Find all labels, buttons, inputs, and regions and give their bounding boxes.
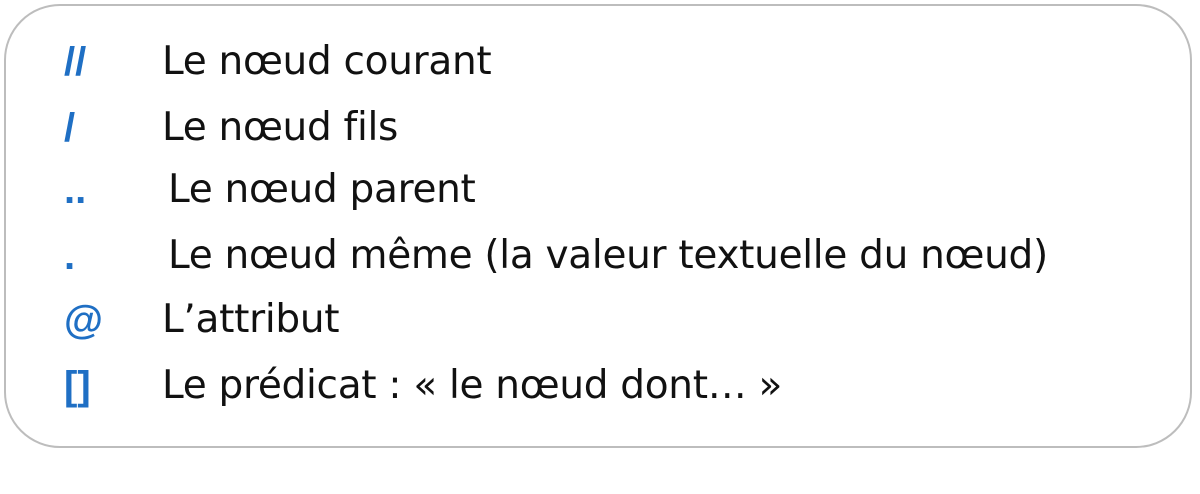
legend-label: L’attribut xyxy=(162,297,340,342)
symbol-brackets: [] xyxy=(64,364,91,408)
legend-label: Le nœud parent xyxy=(168,167,476,212)
symbol-double-dot: .. xyxy=(64,168,87,212)
symbol-double-slash: // xyxy=(64,40,87,84)
legend-label: Le nœud même (la valeur textuelle du nœu… xyxy=(168,233,1048,278)
symbol-dot: . xyxy=(64,234,76,278)
symbol-slash: / xyxy=(64,106,76,150)
symbol-at: @ xyxy=(64,298,104,342)
legend-label: Le nœud fils xyxy=(162,105,399,150)
legend-label: Le prédicat : « le nœud dont… » xyxy=(162,363,783,408)
legend-label: Le nœud courant xyxy=(162,39,492,84)
